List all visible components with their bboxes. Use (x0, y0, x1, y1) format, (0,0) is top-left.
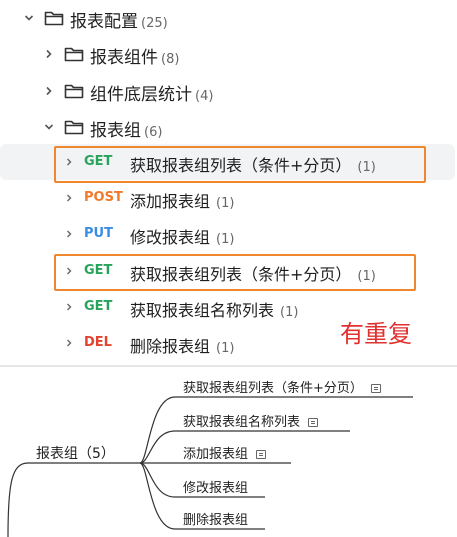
note-icon (308, 418, 319, 427)
api-endpoint-count: (1) (216, 341, 235, 356)
http-method-badge: PUT (84, 226, 113, 241)
mindmap-branch-node[interactable]: 修改报表组 (183, 477, 248, 496)
chevron-right-icon[interactable] (44, 86, 54, 96)
tree-folder-count: (8) (161, 52, 180, 67)
chevron-right-icon[interactable] (64, 229, 74, 239)
http-method-badge: DEL (84, 335, 112, 350)
folder-icon (44, 10, 64, 26)
duplicate-annotation: 有重复 (340, 320, 412, 348)
chevron-right-icon[interactable] (64, 193, 74, 203)
duplicate-highlight-box (54, 254, 416, 291)
api-endpoint-count: (1) (280, 305, 299, 320)
tree-folder-row[interactable]: 报表组件 (8) (0, 36, 457, 72)
mindmap-branch-node[interactable]: 添加报表组 (183, 443, 267, 462)
api-endpoint-label: 添加报表组 (1) (130, 192, 235, 211)
chevron-right-icon[interactable] (44, 49, 54, 59)
chevron-right-icon[interactable] (64, 338, 74, 348)
tree-folder-count: (6) (144, 125, 163, 140)
api-endpoint-row[interactable]: PUT 修改报表组 (1) (0, 216, 457, 252)
api-endpoint-count: (1) (216, 196, 235, 211)
folder-icon (64, 119, 84, 135)
note-icon (370, 384, 381, 393)
tree-folder-label: 组件底层统计 (4) (90, 85, 214, 105)
api-endpoint-label: 获取报表组名称列表 (1) (130, 301, 299, 320)
api-endpoint-count: (1) (216, 232, 235, 247)
tree-folder-count: (4) (195, 89, 214, 104)
note-icon (256, 450, 267, 459)
tree-folder-label: 报表组件 (8) (90, 48, 180, 68)
api-endpoint-label: 删除报表组 (1) (130, 337, 235, 356)
tree-folder-row-expanded[interactable]: 报表组 (6) (0, 109, 457, 145)
mindmap-branch-node[interactable]: 获取报表组列表（条件+分页） (183, 377, 381, 396)
api-endpoint-row[interactable]: POST 添加报表组 (1) (0, 180, 457, 216)
folder-icon (64, 83, 84, 99)
http-method-badge: GET (84, 299, 113, 314)
mindmap-branch-node[interactable]: 删除报表组 (183, 509, 248, 528)
mindmap-branch-node[interactable]: 获取报表组名称列表 (183, 411, 319, 430)
mindmap-root-node[interactable]: 报表组（5） (36, 443, 115, 463)
folder-icon (64, 46, 84, 62)
api-tree-panel: 报表配置 (25) 报表组件 (8) 组件底层统计 (4) 报表组 (6) GE… (0, 0, 457, 365)
duplicate-highlight-box (54, 146, 426, 183)
tree-root-label: 报表配置 (25) (70, 12, 168, 32)
chevron-down-icon[interactable] (24, 13, 34, 23)
http-method-badge: POST (84, 190, 123, 205)
mindmap-panel: 报表组（5） 获取报表组列表（条件+分页） 获取报表组名称列表 添加报表组 修改… (0, 367, 457, 537)
tree-root-count: (25) (141, 16, 168, 31)
chevron-down-icon[interactable] (44, 122, 54, 132)
api-endpoint-label: 修改报表组 (1) (130, 228, 235, 247)
tree-folder-label: 报表组 (6) (90, 121, 163, 141)
tree-folder-row[interactable]: 组件底层统计 (4) (0, 73, 457, 109)
tree-root-row[interactable]: 报表配置 (25) (0, 0, 457, 36)
chevron-right-icon[interactable] (64, 302, 74, 312)
